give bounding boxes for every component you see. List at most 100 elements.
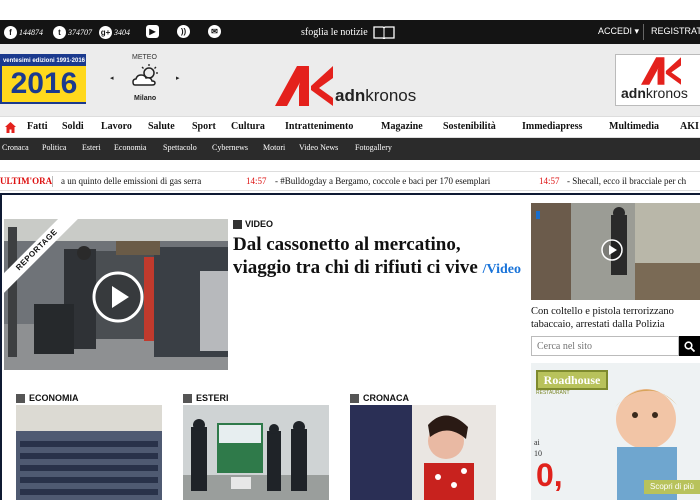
sfoglia-link[interactable]: sfoglia le notizie (301, 25, 395, 39)
search-input[interactable] (531, 336, 679, 356)
subnav-item-video-news[interactable]: Video News (299, 143, 338, 152)
section-label-text: ECONOMIA (29, 393, 79, 403)
logo-mark-icon (275, 66, 333, 106)
section-icon (16, 393, 25, 403)
meteo-prev-arrow[interactable]: ◂ (110, 74, 114, 82)
badge-edition-text: ventesimi edizioni 1991-2016 (2, 58, 86, 64)
logo-mark-icon (641, 57, 681, 85)
subnav-item-fotogallery[interactable]: Fotogallery (355, 143, 392, 152)
nav-item-soldi[interactable]: Soldi (62, 121, 84, 132)
section-label-esteri[interactable]: ESTERI (183, 393, 229, 403)
anniversary-badge[interactable]: ventesimi edizioni 1991-2016 2016 (0, 54, 86, 104)
ad-text: ai (534, 438, 540, 447)
subnav-item-economia[interactable]: Economia (114, 143, 146, 152)
subnav-item-motori[interactable]: Motori (263, 143, 285, 152)
nav-item-magazine[interactable]: Magazine (381, 121, 423, 132)
lead-headline[interactable]: Dal cassonetto al mercatino, viaggio tra… (233, 233, 523, 281)
section-label-cronaca[interactable]: CRONACA (350, 393, 409, 403)
nav-item-sport[interactable]: Sport (192, 121, 216, 132)
facebook-link[interactable]: f 144874 (4, 24, 43, 40)
adnkronos-logo-secondary[interactable]: adnkronos (615, 54, 700, 106)
facebook-icon: f (4, 25, 17, 39)
main-nav: Fatti Soldi Lavoro Salute Sport Cultura … (0, 116, 700, 138)
ticker-divider (52, 176, 53, 187)
search-icon (684, 340, 695, 352)
nav-item-multimedia[interactable]: Multimedia (609, 121, 659, 132)
badge-year: 2016 (2, 66, 86, 102)
nav-item-sostenibilita[interactable]: Sostenibilità (443, 121, 496, 132)
lead-story-image[interactable]: REPORTAGE (4, 219, 228, 370)
googleplus-count: 3404 (114, 27, 130, 37)
social-topbar: f 144874 t 374707 g+ 3404 ▶ )) ✉ sfoglia… (0, 20, 700, 44)
subnav-item-cybernews[interactable]: Cybernews (212, 143, 248, 152)
rss-icon[interactable]: )) (177, 25, 190, 38)
police-checkpoint-image (183, 405, 329, 500)
youtube-icon[interactable]: ▶ (146, 25, 159, 38)
section-icon (350, 393, 359, 403)
nav-item-fatti[interactable]: Fatti (27, 121, 48, 132)
breaking-news-ticker: ULTIM'ORA a un quinto delle emissioni di… (0, 171, 700, 191)
video-tag: VIDEO (233, 219, 273, 229)
mail-icon[interactable]: ✉ (208, 25, 221, 38)
book-icon (373, 26, 395, 39)
nav-item-intrattenimento[interactable]: Intrattenimento (285, 121, 353, 132)
twitter-icon: t (53, 25, 66, 39)
video-link[interactable]: /Video (483, 262, 521, 277)
adnkronos-logo[interactable]: adnkronos (275, 66, 435, 108)
nav-item-salute[interactable]: Salute (148, 121, 175, 132)
section-label-text: ESTERI (196, 393, 229, 403)
googleplus-link[interactable]: g+ 3404 (99, 24, 130, 40)
parliament-image (16, 405, 162, 500)
side-headline[interactable]: Con coltello e pistola terrorizzano taba… (531, 305, 700, 331)
meteo-label: METEO (132, 54, 157, 61)
ticker-time: 14:57 (539, 176, 560, 186)
divider (643, 24, 644, 40)
login-dropdown[interactable]: ACCEDI ▾ (598, 26, 639, 37)
facebook-count: 144874 (19, 27, 43, 37)
section-label-text: CRONACA (363, 393, 409, 403)
advertisement[interactable]: Roadhouse RESTAURANT ai 10 0, Scopri di … (531, 363, 700, 500)
play-icon[interactable] (601, 239, 623, 261)
economia-image[interactable] (16, 405, 162, 500)
meteo-city: Milano (134, 95, 157, 102)
ticker-item[interactable]: a un quinto delle emissioni di gas serra (61, 176, 201, 186)
sub-nav: Cronaca Politica Esteri Economia Spettac… (0, 138, 700, 160)
meteo-next-arrow[interactable]: ▸ (176, 74, 180, 82)
nav-item-aki[interactable]: AKI (680, 121, 699, 132)
sfoglia-label: sfoglia le notizie (301, 26, 368, 38)
home-button[interactable] (0, 117, 20, 138)
ticker-label: ULTIM'ORA (0, 176, 53, 186)
video-camera-icon (233, 219, 242, 229)
nav-item-cultura[interactable]: Cultura (231, 121, 265, 132)
section-label-economia[interactable]: ECONOMIA (16, 393, 79, 403)
play-icon[interactable] (92, 271, 144, 323)
partly-cloudy-icon (132, 64, 158, 86)
subnav-item-politica[interactable]: Politica (42, 143, 66, 152)
ticker-item[interactable]: - #Bulldogday a Bergamo, coccole e baci … (275, 176, 490, 186)
nav-item-immediapress[interactable]: Immediapress (522, 121, 582, 132)
lead-headline-text[interactable]: Dal cassonetto al mercatino, viaggio tra… (233, 234, 478, 278)
ad-brand-sub: RESTAURANT (536, 390, 570, 396)
section-icon (183, 393, 192, 403)
ticker-time: 14:57 (246, 176, 267, 186)
cronaca-image[interactable] (350, 405, 496, 500)
ad-brand-logo: Roadhouse (536, 370, 608, 390)
logo-wordmark: adnkronos (335, 86, 417, 105)
side-story-image[interactable] (531, 203, 700, 300)
register-link[interactable]: REGISTRATI (651, 26, 700, 36)
ad-cta-button[interactable]: Scopri di più (644, 480, 700, 494)
couple-image (350, 405, 496, 500)
subnav-item-cronaca[interactable]: Cronaca (2, 143, 29, 152)
search-button[interactable] (679, 336, 700, 356)
site-header: ventesimi edizioni 1991-2016 2016 METEO … (0, 44, 700, 116)
esteri-image[interactable] (183, 405, 329, 500)
ticker-item[interactable]: - Shecall, ecco il bracciale per ch (567, 176, 686, 186)
subnav-item-spettacolo[interactable]: Spettacolo (163, 143, 197, 152)
subnav-item-esteri[interactable]: Esteri (82, 143, 101, 152)
home-icon (4, 122, 16, 133)
nav-item-lavoro[interactable]: Lavoro (101, 121, 132, 132)
twitter-link[interactable]: t 374707 (53, 24, 92, 40)
video-tag-label: VIDEO (245, 219, 274, 229)
googleplus-icon: g+ (99, 25, 112, 39)
logo-wordmark: adnkronos (621, 85, 688, 101)
